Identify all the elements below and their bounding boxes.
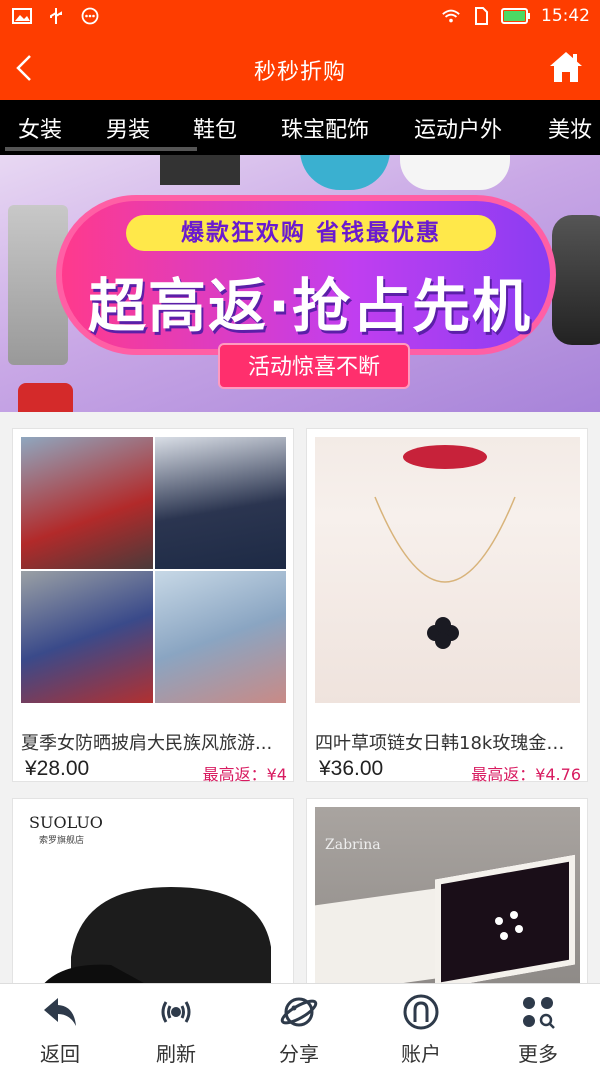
kettle-image (300, 155, 390, 190)
title-bar: 秒秒折购 (0, 36, 600, 100)
nav-back[interactable]: 返回 (10, 992, 110, 1067)
nav-more-label: 更多 (518, 1042, 558, 1066)
brand-logo: SUOLUO (29, 813, 103, 832)
mug-image (400, 155, 510, 190)
nav-refresh-label: 刷新 (156, 1042, 196, 1066)
status-time: 15:42 (541, 6, 590, 26)
more-grid-icon (523, 997, 555, 1029)
product-rebate: 最高返：¥4.76 (471, 765, 581, 784)
banner-tagline: 爆款狂欢购 省钱最优惠 (126, 215, 496, 251)
tab-indicator (5, 147, 197, 151)
nav-share-label: 分享 (279, 1042, 319, 1066)
tab-jewelry[interactable]: 珠宝配饰 (281, 112, 369, 144)
tab-sports[interactable]: 运动户外 (414, 112, 502, 144)
banner-headline: 超高返·抢占先机 (87, 272, 533, 340)
product-image: Zabrina (315, 807, 580, 996)
usb-icon (50, 8, 62, 24)
back-arrow-icon (44, 998, 76, 1026)
product-image: SUOLUO 索罗旗舰店 (21, 807, 286, 987)
account-icon (403, 994, 439, 1030)
wifi-icon (442, 9, 460, 23)
banner-badge: 活动惊喜不断 (218, 343, 410, 389)
home-button[interactable] (548, 50, 584, 86)
bottom-nav: 返回 刷新 分享 账户 更多 (0, 983, 600, 1067)
battery-icon (501, 8, 530, 24)
home-icon (550, 52, 582, 82)
nav-more[interactable]: 更多 (488, 992, 588, 1067)
nav-share[interactable]: 分享 (249, 992, 349, 1067)
product-price: ¥36.00 (319, 757, 384, 780)
cap-image (41, 887, 271, 987)
product-card[interactable]: 四叶草项链女日韩18k玫瑰金韩... ¥36.00 最高返：¥4.76 (306, 428, 588, 784)
brand-logo: Zabrina (325, 837, 381, 853)
image-icon (12, 8, 32, 24)
tab-beauty[interactable]: 美妆 (548, 112, 592, 144)
juicer-base-image (18, 383, 73, 412)
appliance-image (160, 155, 240, 185)
product-card[interactable]: Zabrina (306, 798, 588, 998)
rice-cooker-image (552, 215, 600, 345)
tab-mens[interactable]: 男装 (106, 112, 150, 144)
nav-back-label: 返回 (40, 1042, 80, 1066)
nav-refresh[interactable]: 刷新 (126, 992, 226, 1067)
page-title: 秒秒折购 (253, 60, 346, 85)
tab-shoes-bags[interactable]: 鞋包 (193, 112, 237, 144)
product-card[interactable]: SUOLUO 索罗旗舰店 (12, 798, 294, 998)
nav-account-label: 账户 (401, 1042, 441, 1066)
status-bar: 15:42 (0, 0, 600, 36)
share-icon (280, 997, 318, 1027)
product-price: ¥28.00 (25, 757, 90, 780)
sim-icon (475, 7, 488, 25)
product-image (21, 437, 286, 703)
brand-sub: 索罗旗舰店 (39, 836, 85, 846)
product-name: 夏季女防晒披肩大民族风旅游... (21, 733, 273, 754)
promo-banner[interactable]: 爆款狂欢购 省钱最优惠 超高返·抢占先机 活动惊喜不断 (0, 155, 600, 412)
product-card[interactable]: 夏季女防晒披肩大民族风旅游... ¥28.00 最高返：¥4 (12, 428, 294, 784)
product-image (315, 437, 580, 703)
tab-womens[interactable]: 女装 (18, 112, 62, 144)
product-name: 四叶草项链女日韩18k玫瑰金韩... (315, 733, 580, 754)
refresh-icon (161, 1001, 191, 1023)
product-rebate: 最高返：¥4 (202, 765, 287, 784)
more-dots-icon (81, 7, 99, 25)
nav-account[interactable]: 账户 (371, 992, 471, 1067)
